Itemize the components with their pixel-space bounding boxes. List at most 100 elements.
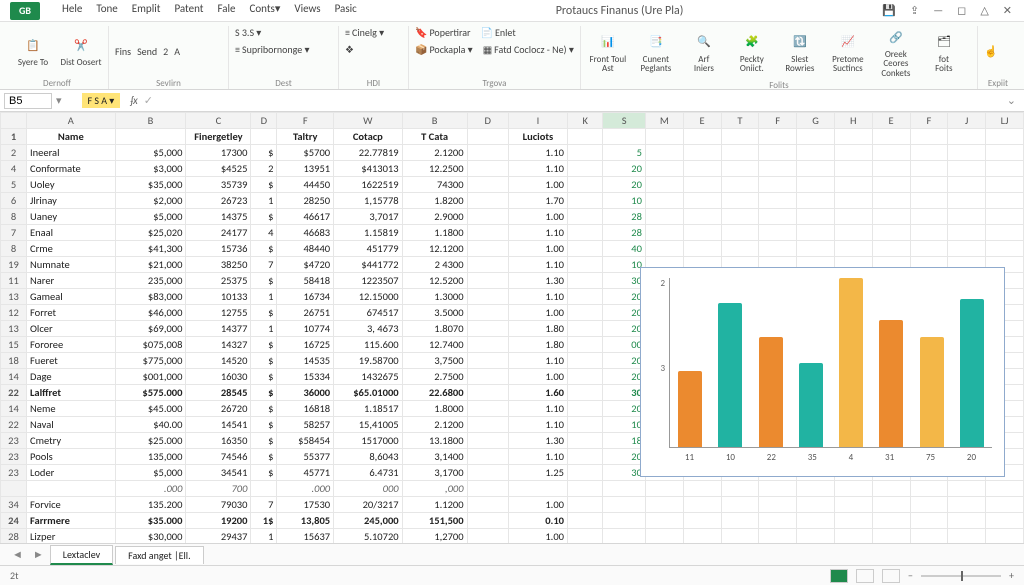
cell[interactable]: [567, 449, 602, 465]
cell[interactable]: 2.9000: [402, 209, 467, 225]
font-name-select[interactable]: Fins: [115, 45, 131, 58]
cell[interactable]: $: [251, 209, 277, 225]
cell[interactable]: Fueret: [26, 353, 115, 369]
cell[interactable]: 1.1200: [402, 497, 467, 513]
cell[interactable]: 16818: [277, 401, 334, 417]
cell[interactable]: Finergetley: [186, 129, 251, 145]
cell[interactable]: 25375: [186, 273, 251, 289]
column-header[interactable]: LJ: [986, 113, 1024, 129]
cell[interactable]: 15334: [277, 369, 334, 385]
row-header[interactable]: 13: [1, 289, 27, 305]
cell[interactable]: [948, 497, 986, 513]
cell[interactable]: 13.1800: [402, 433, 467, 449]
cell[interactable]: [986, 481, 1024, 497]
cell[interactable]: 26751: [277, 305, 334, 321]
cell[interactable]: $40.00: [115, 417, 186, 433]
cell[interactable]: [645, 161, 683, 177]
cell[interactable]: [910, 481, 948, 497]
cell[interactable]: [948, 145, 986, 161]
cell[interactable]: 1.70: [508, 193, 567, 209]
cell[interactable]: 26720: [186, 401, 251, 417]
cell[interactable]: [721, 209, 759, 225]
cell[interactable]: [683, 241, 721, 257]
cell[interactable]: [467, 417, 508, 433]
cell[interactable]: [567, 465, 602, 481]
cell[interactable]: $45.000: [115, 401, 186, 417]
cell[interactable]: [467, 305, 508, 321]
column-header[interactable]: S: [603, 113, 646, 129]
cell[interactable]: [948, 177, 986, 193]
cell[interactable]: [910, 225, 948, 241]
cell[interactable]: [721, 177, 759, 193]
cell[interactable]: [910, 513, 948, 529]
row-header[interactable]: 7: [1, 225, 27, 241]
cell[interactable]: [251, 129, 277, 145]
cell[interactable]: 15736: [186, 241, 251, 257]
font-a[interactable]: A: [174, 45, 180, 58]
cell[interactable]: $83,000: [115, 289, 186, 305]
cell[interactable]: [910, 193, 948, 209]
menu-item[interactable]: Views: [294, 2, 320, 20]
cell[interactable]: 2: [251, 161, 277, 177]
cell[interactable]: 1.10: [508, 161, 567, 177]
cell[interactable]: [645, 529, 683, 544]
column-header[interactable]: F: [277, 113, 334, 129]
ribbon-big-button[interactable]: 🔍ArfIniers: [683, 31, 725, 74]
cell[interactable]: 1.00: [508, 209, 567, 225]
cell[interactable]: [797, 161, 835, 177]
ribbon-big-button[interactable]: 🔃SlestRowries: [779, 31, 821, 74]
cell[interactable]: [948, 241, 986, 257]
cell[interactable]: 22.77819: [334, 145, 403, 161]
indent-button[interactable]: ≡ Supribornonge ▾: [235, 43, 310, 56]
cell[interactable]: [683, 161, 721, 177]
cell[interactable]: 46617: [277, 209, 334, 225]
row-header[interactable]: 28: [1, 529, 27, 544]
cell[interactable]: 451779: [334, 241, 403, 257]
cell[interactable]: [567, 481, 602, 497]
row-header[interactable]: 22: [1, 417, 27, 433]
cell[interactable]: [834, 129, 872, 145]
cell[interactable]: 1.3000: [402, 289, 467, 305]
cell[interactable]: [834, 209, 872, 225]
cell[interactable]: [948, 513, 986, 529]
menu-item[interactable]: Pasic: [335, 2, 357, 20]
cell[interactable]: 40: [603, 241, 646, 257]
name-box[interactable]: [4, 93, 52, 109]
cell[interactable]: [567, 129, 602, 145]
row-header[interactable]: 23: [1, 433, 27, 449]
cell[interactable]: [683, 513, 721, 529]
cell[interactable]: 3,7500: [402, 353, 467, 369]
cell[interactable]: Lalffret: [26, 385, 115, 401]
cell[interactable]: [467, 321, 508, 337]
cell[interactable]: [797, 129, 835, 145]
cell[interactable]: Jlrinay: [26, 193, 115, 209]
cell[interactable]: [645, 497, 683, 513]
cell[interactable]: 1.00: [508, 305, 567, 321]
cell[interactable]: 1: [251, 529, 277, 544]
cell[interactable]: 5.10720: [334, 529, 403, 544]
cell[interactable]: [467, 161, 508, 177]
cell[interactable]: 1.10: [508, 257, 567, 273]
cell[interactable]: Cotacp: [334, 129, 403, 145]
cell[interactable]: Uoley: [26, 177, 115, 193]
cell[interactable]: $35.000: [115, 513, 186, 529]
cell[interactable]: [910, 209, 948, 225]
cell[interactable]: 38250: [186, 257, 251, 273]
cell[interactable]: 0.10: [508, 513, 567, 529]
cell[interactable]: [721, 241, 759, 257]
column-header[interactable]: H: [834, 113, 872, 129]
cell[interactable]: [567, 289, 602, 305]
cell[interactable]: [567, 513, 602, 529]
cell[interactable]: $4720: [277, 257, 334, 273]
cell[interactable]: [759, 529, 797, 544]
cell[interactable]: $: [251, 433, 277, 449]
cell[interactable]: 115.600: [334, 337, 403, 353]
cell[interactable]: $: [251, 177, 277, 193]
formula-input[interactable]: [153, 95, 999, 107]
cell[interactable]: 1.00: [508, 369, 567, 385]
cell[interactable]: Narer: [26, 273, 115, 289]
cell[interactable]: 4: [251, 225, 277, 241]
menu-item[interactable]: Tone: [96, 2, 117, 20]
cell[interactable]: [567, 257, 602, 273]
cell[interactable]: [797, 481, 835, 497]
